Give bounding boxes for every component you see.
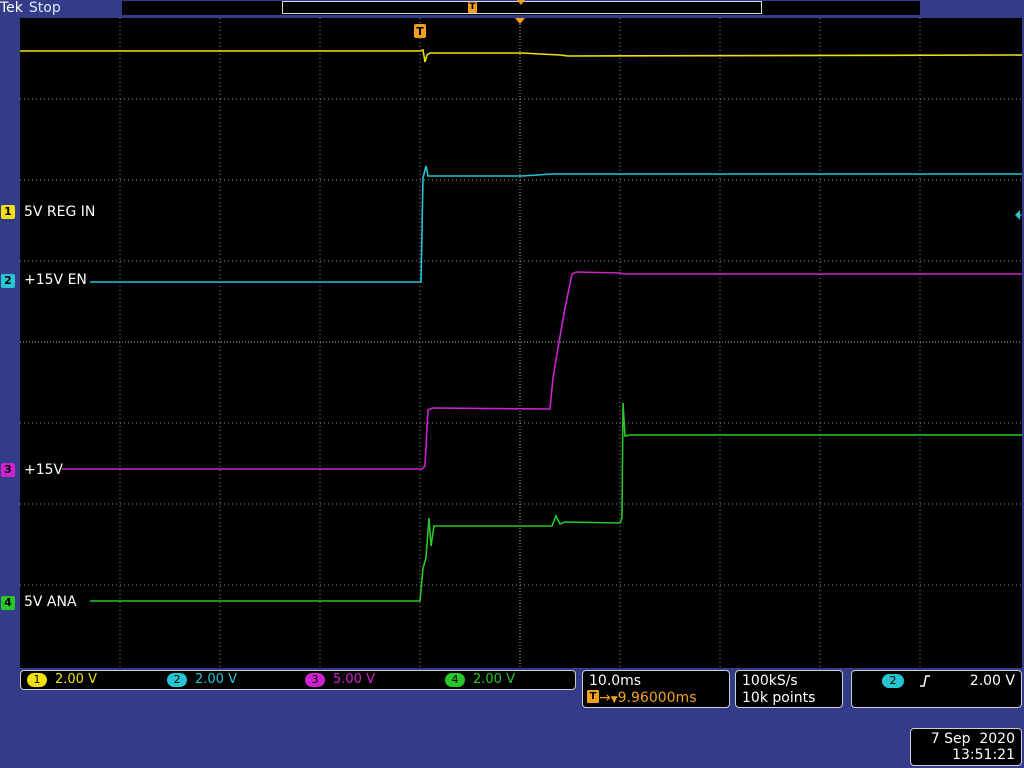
channel-2-badge[interactable]: 2	[1, 274, 15, 288]
trigger-level: 2.00 V	[969, 673, 1015, 689]
channel-1-label: 5V REG IN	[24, 204, 96, 220]
channel-1-badge[interactable]: 1	[1, 205, 15, 219]
channel-scale-readouts: 1 2.00 V 2 2.00 V 3 5.00 V 4 2.00 V	[20, 670, 576, 690]
record-window[interactable]: T	[282, 0, 762, 14]
channel-3-scale[interactable]: 3 5.00 V	[305, 673, 375, 687]
channel-3-scale-value: 5.00 V	[333, 672, 375, 687]
trigger-delay-readout: T →▼9.96000ms	[587, 690, 696, 708]
channel-2-scale-value: 2.00 V	[195, 672, 237, 687]
acquisition-status: Stop	[28, 0, 61, 16]
brand-logo: Tek	[0, 0, 23, 16]
graticule: T	[20, 18, 1022, 668]
trigger-delay-value: 9.96000ms	[617, 690, 697, 706]
channel-2-label: +15V EN	[24, 272, 87, 288]
waveform-display[interactable]: T	[20, 18, 1022, 668]
channel-4-scale[interactable]: 4 2.00 V	[445, 673, 515, 687]
trigger-panel[interactable]: 2 2.00 V	[851, 670, 1022, 708]
horizontal-center-marker-icon	[515, 18, 525, 24]
arrow-right-icon: →	[599, 690, 611, 706]
acquisition-panel[interactable]: 100kS/s 10k points	[735, 670, 843, 708]
time-readout: 13:51:21	[952, 747, 1015, 763]
channel-2-scale-badge: 2	[167, 673, 187, 687]
date-readout: 7 Sep 2020	[930, 731, 1015, 747]
channel-4-scale-value: 2.00 V	[473, 672, 515, 687]
channel-3-badge[interactable]: 3	[1, 463, 15, 477]
channel-1-waveform	[20, 48, 1022, 63]
datetime-panel: 7 Sep 2020 13:51:21	[910, 728, 1022, 766]
timebase-panel[interactable]: 10.0ms T →▼9.96000ms	[582, 670, 730, 708]
sample-rate: 100kS/s	[742, 673, 798, 689]
channel-1-scale-badge: 1	[27, 673, 47, 687]
trigger-level-icon	[1015, 210, 1020, 220]
channel-2-waveform	[90, 165, 1022, 283]
time-per-div: 10.0ms	[589, 673, 642, 689]
trigger-marker-icon: T	[414, 24, 426, 38]
channel-3-waveform	[62, 271, 1022, 470]
record-length: 10k points	[742, 690, 816, 706]
trigger-source-badge: 2	[882, 674, 904, 688]
trigger-delay-icon: T	[587, 690, 599, 703]
channel-4-badge[interactable]: 4	[1, 596, 15, 610]
channel-3-scale-badge: 3	[305, 673, 325, 687]
channel-2-scale[interactable]: 2 2.00 V	[167, 673, 237, 687]
rising-edge-icon	[920, 675, 930, 687]
top-bar: Tek Stop T	[0, 0, 1024, 18]
channel-1-scale-value: 2.00 V	[55, 672, 97, 687]
brand-status: Tek Stop	[0, 0, 61, 16]
trigger-position-icon: T	[468, 2, 477, 13]
horizontal-position-icon	[517, 0, 525, 5]
channel-4-waveform	[90, 402, 1022, 602]
svg-text:T: T	[416, 25, 424, 38]
channel-1-scale[interactable]: 1 2.00 V	[27, 673, 97, 687]
channel-3-label: +15V	[24, 462, 64, 478]
delay-marker-icon: ▼	[610, 695, 618, 705]
channel-4-label: 5V ANA	[24, 594, 77, 610]
channel-4-scale-badge: 4	[445, 673, 465, 687]
